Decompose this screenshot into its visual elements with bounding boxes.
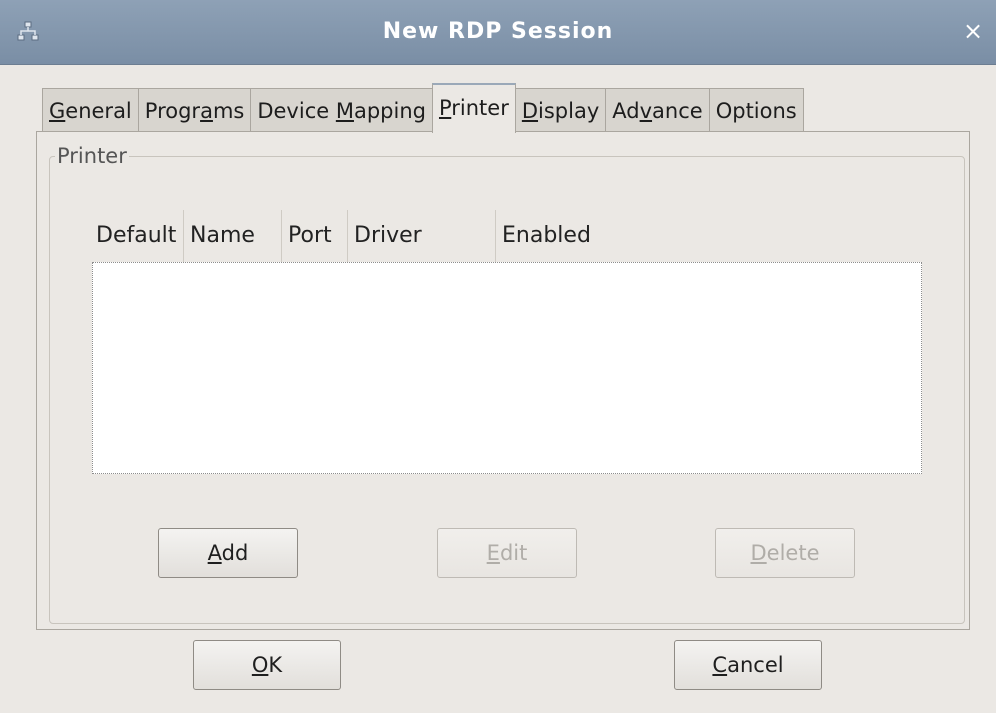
- tab-printer[interactable]: Printer: [431, 83, 516, 133]
- edit-button[interactable]: Edit: [437, 528, 577, 578]
- column-port[interactable]: Port: [282, 210, 348, 262]
- printer-list[interactable]: [92, 262, 922, 474]
- tab-device-mapping[interactable]: Device Mapping: [250, 88, 433, 132]
- column-driver[interactable]: Driver: [348, 210, 496, 262]
- column-name[interactable]: Name: [184, 210, 282, 262]
- ok-button[interactable]: OK: [193, 640, 341, 690]
- printer-group-label: Printer: [55, 144, 129, 168]
- rdp-session-dialog: New RDP Session × General Programs Devic…: [0, 0, 996, 713]
- tab-advance[interactable]: Advance: [605, 88, 710, 132]
- tab-bar: General Programs Device Mapping Printer …: [42, 83, 804, 133]
- tab-programs[interactable]: Programs: [137, 88, 252, 132]
- printer-list-header: Default Name Port Driver Enabled: [90, 210, 926, 262]
- column-default[interactable]: Default: [90, 210, 184, 262]
- tab-general[interactable]: General: [42, 88, 139, 132]
- close-icon[interactable]: ×: [960, 18, 986, 44]
- delete-button[interactable]: Delete: [715, 528, 855, 578]
- tab-options[interactable]: Options: [708, 88, 804, 132]
- cancel-button[interactable]: Cancel: [674, 640, 822, 690]
- window-title: New RDP Session: [382, 19, 614, 44]
- tab-display[interactable]: Display: [514, 88, 607, 132]
- add-button[interactable]: Add: [158, 528, 298, 578]
- title-bar[interactable]: New RDP Session ×: [0, 0, 996, 65]
- column-enabled[interactable]: Enabled: [496, 210, 926, 262]
